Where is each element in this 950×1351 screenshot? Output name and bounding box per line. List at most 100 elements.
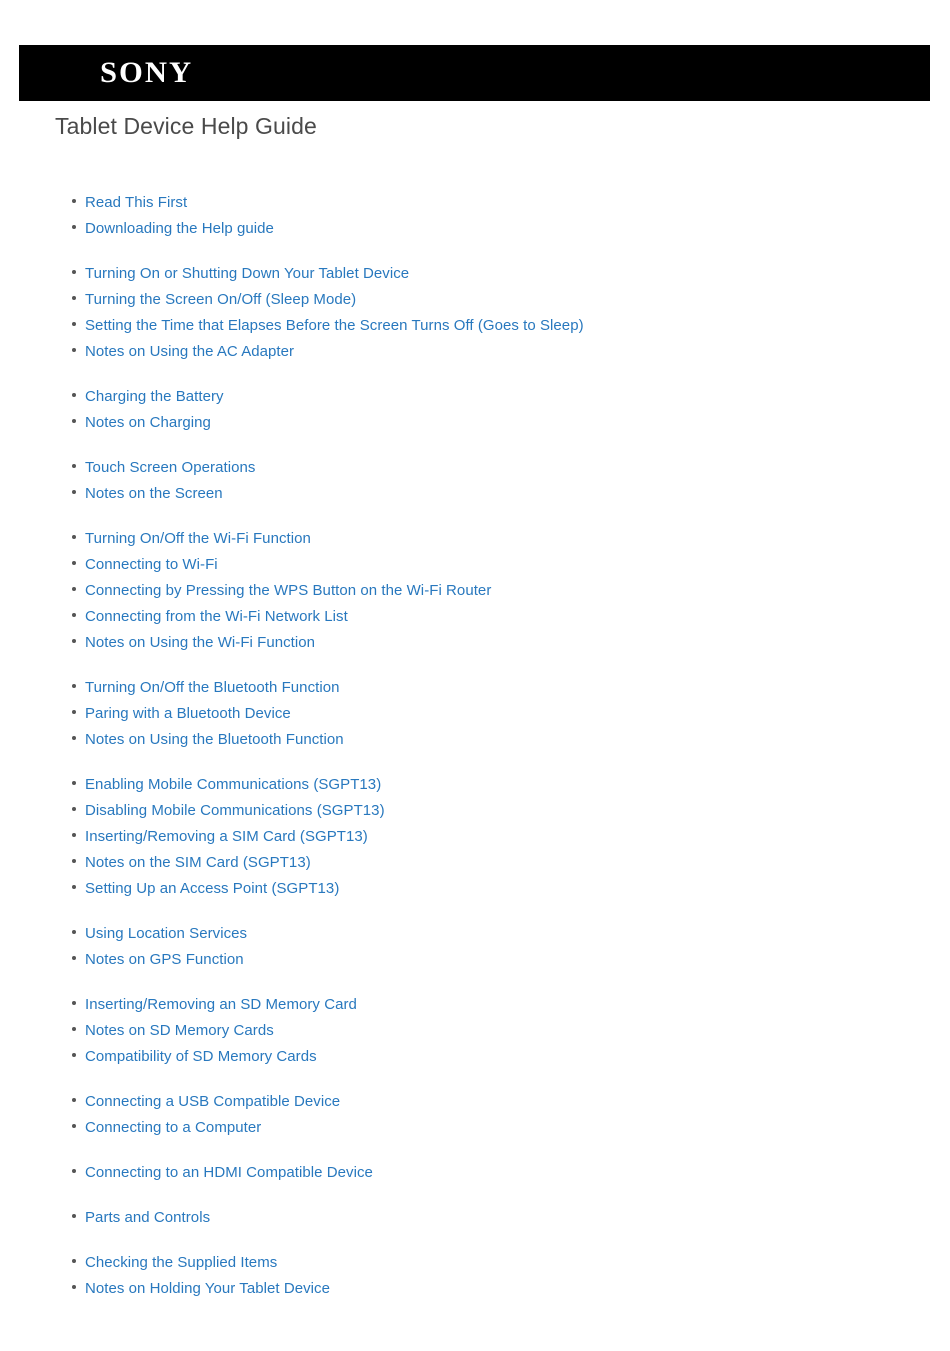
list-item: Notes on the SIM Card (SGPT13) bbox=[0, 850, 950, 876]
list-item: Connecting to an HDMI Compatible Device bbox=[0, 1160, 950, 1186]
toc-link[interactable]: Using Location Services bbox=[85, 921, 247, 947]
toc-link[interactable]: Charging the Battery bbox=[85, 384, 224, 410]
bullet-icon bbox=[72, 464, 76, 468]
toc-link[interactable]: Connecting by Pressing the WPS Button on… bbox=[85, 578, 491, 604]
list-item: Downloading the Help guide bbox=[0, 216, 950, 242]
bullet-icon bbox=[72, 490, 76, 494]
list-item: Connecting to Wi-Fi bbox=[0, 552, 950, 578]
toc-link[interactable]: Notes on Using the Wi-Fi Function bbox=[85, 630, 315, 656]
toc-link[interactable]: Inserting/Removing a SIM Card (SGPT13) bbox=[85, 824, 368, 850]
list-item: Notes on GPS Function bbox=[0, 947, 950, 973]
list-item: Paring with a Bluetooth Device bbox=[0, 701, 950, 727]
list-item: Turning the Screen On/Off (Sleep Mode) bbox=[0, 287, 950, 313]
bullet-icon bbox=[72, 684, 76, 688]
bullet-icon bbox=[72, 225, 76, 229]
list-item: Read This First bbox=[0, 190, 950, 216]
toc-link[interactable]: Inserting/Removing an SD Memory Card bbox=[85, 992, 357, 1018]
list-item: Inserting/Removing an SD Memory Card bbox=[0, 992, 950, 1018]
bullet-icon bbox=[72, 322, 76, 326]
toc-link[interactable]: Turning On/Off the Wi-Fi Function bbox=[85, 526, 311, 552]
link-group: Charging the Battery Notes on Charging bbox=[0, 384, 950, 436]
bullet-icon bbox=[72, 807, 76, 811]
toc-link[interactable]: Notes on Using the AC Adapter bbox=[85, 339, 294, 365]
toc-link[interactable]: Notes on Using the Bluetooth Function bbox=[85, 727, 344, 753]
bullet-icon bbox=[72, 885, 76, 889]
list-item: Compatibility of SD Memory Cards bbox=[0, 1044, 950, 1070]
toc-link[interactable]: Notes on Holding Your Tablet Device bbox=[85, 1276, 330, 1302]
bullet-icon bbox=[72, 561, 76, 565]
toc-link[interactable]: Paring with a Bluetooth Device bbox=[85, 701, 291, 727]
link-group: Connecting to an HDMI Compatible Device bbox=[0, 1160, 950, 1186]
page-title: Tablet Device Help Guide bbox=[55, 113, 317, 139]
link-group: Checking the Supplied Items Notes on Hold… bbox=[0, 1250, 950, 1302]
list-item: Parts and Controls bbox=[0, 1205, 950, 1231]
list-item: Turning On/Off the Bluetooth Function bbox=[0, 675, 950, 701]
bullet-icon bbox=[72, 710, 76, 714]
bullet-icon bbox=[72, 1259, 76, 1263]
bullet-icon bbox=[72, 1169, 76, 1173]
list-item: Enabling Mobile Communications (SGPT13) bbox=[0, 772, 950, 798]
bullet-icon bbox=[72, 270, 76, 274]
list-item: Using Location Services bbox=[0, 921, 950, 947]
toc-link[interactable]: Setting the Time that Elapses Before the… bbox=[85, 313, 584, 339]
toc-link[interactable]: Turning On/Off the Bluetooth Function bbox=[85, 675, 340, 701]
link-group: Turning On/Off the Bluetooth Function Par… bbox=[0, 675, 950, 753]
link-group: Turning On/Off the Wi-Fi Function Connect… bbox=[0, 526, 950, 656]
bullet-icon bbox=[72, 1001, 76, 1005]
bullet-icon bbox=[72, 956, 76, 960]
list-item: Notes on Using the Bluetooth Function bbox=[0, 727, 950, 753]
toc-link[interactable]: Compatibility of SD Memory Cards bbox=[85, 1044, 317, 1070]
bullet-icon bbox=[72, 613, 76, 617]
bullet-icon bbox=[72, 419, 76, 423]
bullet-icon bbox=[72, 781, 76, 785]
list-item: Notes on SD Memory Cards bbox=[0, 1018, 950, 1044]
toc-link[interactable]: Notes on GPS Function bbox=[85, 947, 244, 973]
list-item: Connecting from the Wi-Fi Network List bbox=[0, 604, 950, 630]
toc-link[interactable]: Notes on the Screen bbox=[85, 481, 223, 507]
toc-link[interactable]: Connecting to Wi-Fi bbox=[85, 552, 218, 578]
toc-link[interactable]: Turning On or Shutting Down Your Tablet … bbox=[85, 261, 409, 287]
bullet-icon bbox=[72, 736, 76, 740]
bullet-icon bbox=[72, 859, 76, 863]
toc-link[interactable]: Notes on the SIM Card (SGPT13) bbox=[85, 850, 311, 876]
list-item: Notes on Holding Your Tablet Device bbox=[0, 1276, 950, 1302]
list-item: Connecting by Pressing the WPS Button on… bbox=[0, 578, 950, 604]
link-group: Inserting/Removing an SD Memory Card Note… bbox=[0, 992, 950, 1070]
bullet-icon bbox=[72, 296, 76, 300]
toc-link[interactable]: Setting Up an Access Point (SGPT13) bbox=[85, 876, 339, 902]
brand-header-bar: SONY bbox=[19, 45, 930, 101]
link-group: Using Location Services Notes on GPS Func… bbox=[0, 921, 950, 973]
toc-link[interactable]: Read This First bbox=[85, 190, 187, 216]
link-group: Touch Screen Operations Notes on the Scre… bbox=[0, 455, 950, 507]
toc-link[interactable]: Downloading the Help guide bbox=[85, 216, 274, 242]
bullet-icon bbox=[72, 393, 76, 397]
list-item: Turning On or Shutting Down Your Tablet … bbox=[0, 261, 950, 287]
toc-link[interactable]: Turning the Screen On/Off (Sleep Mode) bbox=[85, 287, 356, 313]
bullet-icon bbox=[72, 348, 76, 352]
toc-link[interactable]: Enabling Mobile Communications (SGPT13) bbox=[85, 772, 381, 798]
bullet-icon bbox=[72, 833, 76, 837]
list-item: Touch Screen Operations bbox=[0, 455, 950, 481]
toc-link[interactable]: Checking the Supplied Items bbox=[85, 1250, 277, 1276]
bullet-icon bbox=[72, 1027, 76, 1031]
toc-link[interactable]: Notes on SD Memory Cards bbox=[85, 1018, 274, 1044]
list-item: Turning On/Off the Wi-Fi Function bbox=[0, 526, 950, 552]
bullet-icon bbox=[72, 1098, 76, 1102]
toc-link[interactable]: Notes on Charging bbox=[85, 410, 211, 436]
toc-link[interactable]: Connecting from the Wi-Fi Network List bbox=[85, 604, 348, 630]
toc-link[interactable]: Touch Screen Operations bbox=[85, 455, 255, 481]
toc-link[interactable]: Connecting a USB Compatible Device bbox=[85, 1089, 340, 1115]
sony-logo: SONY bbox=[100, 56, 194, 89]
toc-link[interactable]: Connecting to a Computer bbox=[85, 1115, 261, 1141]
toc-link[interactable]: Parts and Controls bbox=[85, 1205, 210, 1231]
bullet-icon bbox=[72, 1285, 76, 1289]
toc-link[interactable]: Connecting to an HDMI Compatible Device bbox=[85, 1160, 373, 1186]
link-group: Read This First Downloading the Help guid… bbox=[0, 190, 950, 242]
bullet-icon bbox=[72, 199, 76, 203]
toc-link[interactable]: Disabling Mobile Communications (SGPT13) bbox=[85, 798, 385, 824]
bullet-icon bbox=[72, 930, 76, 934]
link-group: Connecting a USB Compatible Device Connec… bbox=[0, 1089, 950, 1141]
list-item: Notes on Using the Wi-Fi Function bbox=[0, 630, 950, 656]
link-group: Enabling Mobile Communications (SGPT13) D… bbox=[0, 772, 950, 902]
bullet-icon bbox=[72, 1053, 76, 1057]
